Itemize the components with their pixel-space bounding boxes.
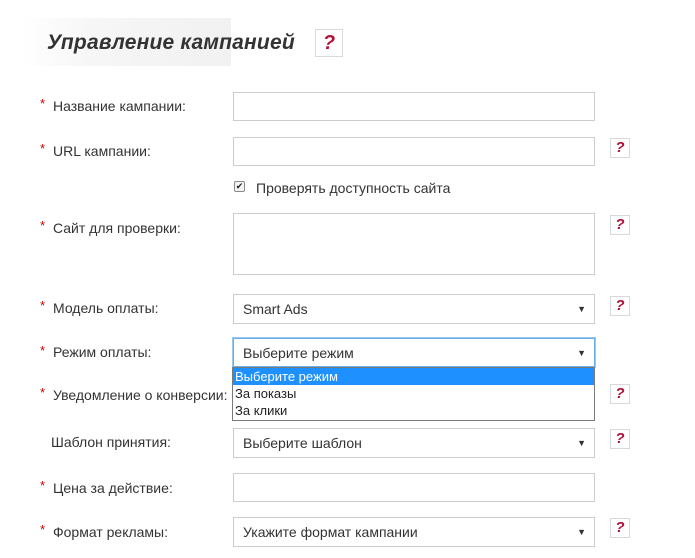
ad-format-label: Формат рекламы: [53,524,169,540]
check-site-label: Сайт для проверки: [53,220,181,236]
page-title: Управление кампанией [47,31,295,54]
accept-template-value: Выберите шаблон [243,435,362,451]
help-question-icon-model[interactable]: ? [610,296,630,316]
help-question-icon-url[interactable]: ? [610,138,630,158]
required-mark: * [40,141,46,156]
check-availability-label: Проверять доступность сайта [256,180,451,196]
payment-model-value: Smart Ads [243,301,308,317]
campaign-url-input[interactable] [233,137,595,166]
conversion-notice-label: Уведомление о конверсии: [53,387,228,403]
campaign-name-label: Название кампании: [53,98,186,114]
accept-template-select[interactable]: Выберите шаблон ▼ [233,428,595,458]
price-per-action-input[interactable] [233,473,595,502]
accept-template-label: Шаблон принятия: [51,434,171,450]
help-question-icon-template[interactable]: ? [610,429,630,449]
required-mark: * [40,96,46,111]
check-site-textarea[interactable] [233,213,595,275]
required-mark: * [40,218,46,233]
help-question-icon-conversion[interactable]: ? [610,384,630,404]
required-mark: * [40,298,46,313]
chevron-down-icon: ▼ [577,348,586,358]
help-question-icon-format[interactable]: ? [610,518,630,538]
campaign-name-input[interactable] [233,92,595,121]
payment-mode-select[interactable]: Выберите режим ▼ [233,338,595,367]
payment-model-label: Модель оплаты: [53,300,159,316]
payment-mode-label: Режим оплаты: [53,344,152,360]
ad-format-select[interactable]: Укажите формат кампании ▼ [233,517,595,547]
dropdown-option[interactable]: За клики [233,402,594,419]
chevron-down-icon: ▼ [577,438,586,448]
help-question-icon-title[interactable]: ? [315,29,343,57]
required-mark: * [40,385,46,400]
chevron-down-icon: ▼ [577,304,586,314]
payment-mode-dropdown-list[interactable]: Выберите режим За показы За клики [232,367,595,421]
check-availability-checkbox[interactable]: ✔ [234,181,245,192]
price-per-action-label: Цена за действие: [53,480,173,496]
payment-mode-value: Выберите режим [243,345,354,361]
required-mark: * [40,522,46,537]
required-mark: * [40,478,46,493]
ad-format-value: Укажите формат кампании [243,524,418,540]
chevron-down-icon: ▼ [577,527,586,537]
dropdown-option[interactable]: Выберите режим [233,368,594,385]
payment-model-select[interactable]: Smart Ads ▼ [233,294,595,324]
campaign-url-label: URL кампании: [53,143,151,159]
dropdown-option[interactable]: За показы [233,385,594,402]
help-question-icon-site[interactable]: ? [610,215,630,235]
required-mark: * [40,343,46,358]
